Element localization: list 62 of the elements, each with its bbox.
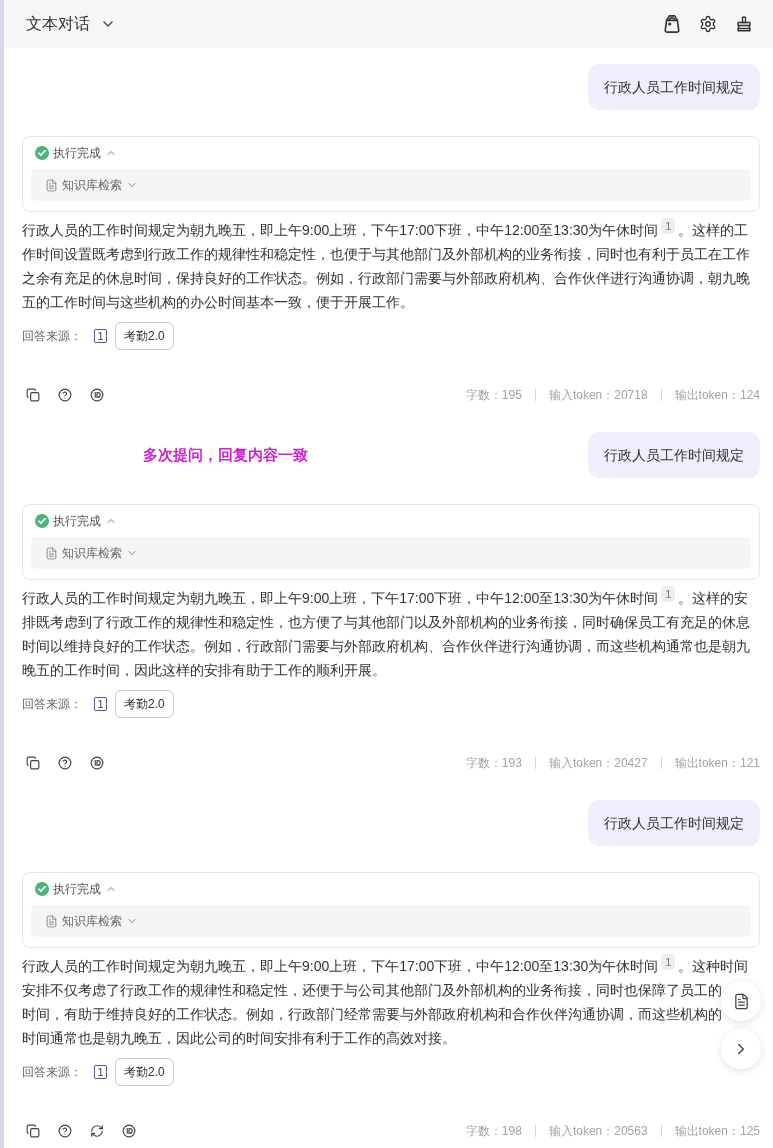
stat-text: 字数：195 bbox=[465, 387, 522, 404]
question-bubble: 行政人员工作时间规定 bbox=[588, 64, 760, 110]
document-icon bbox=[45, 546, 58, 560]
stat-text: 输出token：124 bbox=[674, 387, 760, 404]
broom-icon[interactable] bbox=[735, 15, 753, 33]
step-bar[interactable]: 知识库检索 bbox=[31, 169, 751, 201]
stat-text: 字数：198 bbox=[465, 1123, 522, 1140]
source-document-button[interactable]: 考勤2.0 bbox=[115, 322, 174, 350]
source-document-button[interactable]: 考勤2.0 bbox=[115, 1058, 174, 1086]
status-toggle[interactable]: 执行完成 bbox=[31, 143, 117, 163]
source-index[interactable]: 1 bbox=[94, 329, 107, 343]
stat-text: 输出token：125 bbox=[674, 1123, 760, 1140]
question-bubble: 行政人员工作时间规定 bbox=[588, 432, 760, 478]
document-float-button[interactable] bbox=[721, 981, 761, 1021]
document-icon bbox=[45, 178, 58, 192]
step-label: 知识库检索 bbox=[62, 913, 122, 930]
sources-label: 回答来源： bbox=[22, 1064, 82, 1081]
stat-text: 字数：193 bbox=[465, 755, 522, 772]
id-icon[interactable] bbox=[90, 756, 104, 770]
help-icon[interactable] bbox=[58, 1124, 72, 1138]
source-index[interactable]: 1 bbox=[94, 1065, 107, 1079]
id-icon[interactable] bbox=[122, 1124, 136, 1138]
help-icon[interactable] bbox=[58, 388, 72, 402]
status-label: 执行完成 bbox=[53, 145, 101, 162]
id-icon[interactable] bbox=[90, 388, 104, 402]
annotation-note: 多次提问，回复内容一致 bbox=[143, 444, 308, 465]
stat-text: 输出token：121 bbox=[674, 755, 760, 772]
step-bar[interactable]: 知识库检索 bbox=[31, 537, 751, 569]
check-circle-icon bbox=[35, 882, 49, 896]
sources-label: 回答来源： bbox=[22, 328, 82, 345]
status-toggle[interactable]: 执行完成 bbox=[31, 511, 117, 531]
sources-label: 回答来源： bbox=[22, 696, 82, 713]
source-index[interactable]: 1 bbox=[94, 697, 107, 711]
step-label: 知识库检索 bbox=[62, 545, 122, 562]
status-toggle[interactable]: 执行完成 bbox=[31, 879, 117, 899]
check-circle-icon bbox=[35, 514, 49, 528]
help-icon[interactable] bbox=[58, 756, 72, 770]
check-circle-icon bbox=[35, 146, 49, 160]
copy-icon[interactable] bbox=[26, 388, 40, 402]
citation-link[interactable]: 1 bbox=[661, 218, 676, 234]
step-label: 知识库检索 bbox=[62, 177, 122, 194]
copy-icon[interactable] bbox=[26, 756, 40, 770]
title-dropdown[interactable]: 文本对话 bbox=[26, 12, 116, 36]
document-icon bbox=[732, 992, 750, 1010]
copy-icon[interactable] bbox=[26, 1124, 40, 1138]
citation-link[interactable]: 1 bbox=[661, 586, 676, 602]
answer-text: 行政人员的工作时间规定为朝九晚五，即上午9:00上班，下午17:00下班，中午12:00至13:30为午休时间 1 。这样的安 排既考虑到了行政工作的规律性和稳定性，也方便了与其他部门以及外部机构的业务衔接，同时确保员工有充足的休息 时间以维持良好的工作状态。例如，行政部门需要与外部政府机构、合作伙伴进行沟通协调，而这些机构通常也是朝九 晚五的工作时间，因此这样的安排有助于工作的顺利开展。 bbox=[22, 586, 751, 680]
stat-text: 输入token：20563 bbox=[548, 1123, 648, 1140]
refresh-icon[interactable] bbox=[90, 1124, 104, 1138]
window-title: 文本对话 bbox=[26, 14, 90, 34]
stat-text: 输入token：20718 bbox=[548, 387, 648, 404]
question-bubble: 行政人员工作时间规定 bbox=[588, 800, 760, 846]
source-document-button[interactable]: 考勤2.0 bbox=[115, 690, 174, 718]
step-bar[interactable]: 知识库检索 bbox=[31, 905, 751, 937]
status-label: 执行完成 bbox=[53, 881, 101, 898]
answer-text: 行政人员的工作时间规定为朝九晚五，即上午9:00上班，下午17:00下班，中午12:00至13:30为午休时间 1 。这样的工 作时间设置既考虑到行政工作的规律性和稳定性，也便于与其他部门及外部机构的业务衔接，同时也有利于员工在工作 之余有充足的休息时间，保持良好的工作状态。例如，行政部门需要与外部政府机构、合作伙伴进行沟通协调，朝九晚 五的工作时间与这些机构的办公时间基本一致，便于开展工作。 bbox=[22, 218, 751, 312]
status-label: 执行完成 bbox=[53, 513, 101, 530]
bag-icon[interactable] bbox=[663, 15, 681, 33]
settings-icon[interactable] bbox=[699, 15, 717, 33]
document-icon bbox=[45, 914, 58, 928]
stat-text: 输入token：20427 bbox=[548, 755, 648, 772]
citation-link[interactable]: 1 bbox=[661, 954, 676, 970]
